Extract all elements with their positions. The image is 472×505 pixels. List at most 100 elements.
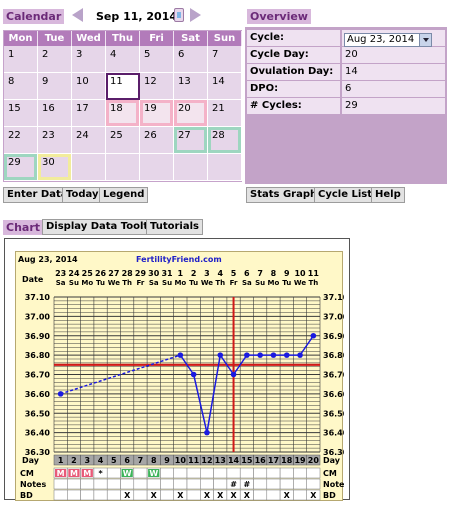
calendar-day-4[interactable]: 4 [106,46,140,73]
calendar-day-29[interactable]: 29 [4,154,38,181]
calendar-icon[interactable] [174,8,184,22]
calendar-day-19[interactable]: 19 [140,100,174,127]
calendar-day-16[interactable]: 16 [38,100,72,127]
tutorials-button[interactable]: Tutorials [146,219,203,235]
bd-mark: X [151,491,158,500]
y-tick-left: 37.10 [25,293,51,302]
calendar-day-3[interactable]: 3 [72,46,106,73]
calendar-day-11[interactable]: 11 [106,73,140,100]
calendar-label: Calendar [3,9,65,24]
calendar-day-8[interactable]: 8 [4,73,38,100]
calendar-day-9[interactable]: 9 [38,73,72,100]
calendar-day-22[interactable]: 22 [4,127,38,154]
weekday-label: Fr [137,279,145,287]
y-tick-right: 37.10 [323,293,344,302]
notes-mark: # [243,480,250,489]
display-data-tooltip-button[interactable]: Display Data Tooltip [42,219,163,235]
prev-month-arrow-icon[interactable] [72,8,83,22]
cm-cell [266,467,281,479]
notes-cell [93,478,108,490]
help-button[interactable]: Help [371,187,405,203]
calendar-empty-cell [208,154,242,181]
today-button[interactable]: Today [62,187,103,203]
notes-cell [146,478,161,490]
calendar-day-28[interactable]: 28 [208,127,242,154]
calendar-day-25[interactable]: 25 [106,127,140,154]
cm-cell [133,467,148,479]
bd-mark: X [230,491,237,500]
day-number: 1 [58,456,64,465]
overview-key: Cycle: [247,30,340,46]
calendar-date: Sep 11, 2014 [96,10,178,23]
y-tick-left: 37.00 [25,312,51,321]
notes-mark: # [230,480,237,489]
overview-value: 14 [342,64,445,80]
calendar-day-1[interactable]: 1 [4,46,38,73]
temp-point [257,352,263,358]
y-tick-right: 36.40 [323,429,344,438]
date-label: 9 [284,269,290,278]
calendar-day-14[interactable]: 14 [208,73,242,100]
chevron-down-icon[interactable] [419,34,431,46]
calendar-day-12[interactable]: 12 [140,73,174,100]
cycle-select[interactable]: Aug 23, 2014 [344,33,432,47]
bd-cell [266,489,281,501]
notes-cell [53,478,68,490]
next-month-arrow-icon[interactable] [190,8,201,22]
cm-cell [239,467,254,479]
calendar-day-17[interactable]: 17 [72,100,106,127]
notes-cell [186,478,201,490]
calendar-day-27[interactable]: 27 [174,127,208,154]
cm-cell [160,467,174,479]
calendar-day-6[interactable]: 6 [174,46,208,73]
day-number: 17 [268,456,279,465]
day-number: 11 [188,456,200,465]
overview-row: # Cycles: 29 [247,98,445,115]
calendar-day-18[interactable]: 18 [106,100,140,127]
date-label: 29 [135,269,147,278]
calendar-day-5[interactable]: 5 [140,46,174,73]
cm-cell [213,467,228,479]
weekday-label: Fr [230,279,238,287]
calendar-day-30[interactable]: 30 [38,154,72,181]
weekday-label: Mo [174,279,186,287]
calendar-day-7[interactable]: 7 [208,46,242,73]
day-number: 5 [111,456,117,465]
cycle-list-button[interactable]: Cycle List [314,187,377,203]
chart-tab[interactable]: Chart [3,220,44,235]
calendar-day-26[interactable]: 26 [140,127,174,154]
calendar-day-13[interactable]: 13 [174,73,208,100]
cm-mark: W [149,469,158,478]
calendar-day-21[interactable]: 21 [208,100,242,127]
overview-row: DPO: 6 [247,81,445,98]
bd-cell [67,489,81,501]
calendar-day-24[interactable]: 24 [72,127,106,154]
overview-key: Ovulation Day: [247,64,340,80]
day-number: 16 [255,456,267,465]
calendar-empty-cell [140,154,174,181]
cm-cell [186,467,201,479]
temp-point [57,391,64,397]
weekday-label: Th [122,279,132,287]
legend-button[interactable]: Legend [99,187,149,203]
bd-mark: X [177,491,184,500]
day-number: 9 [164,456,170,465]
weekday-label: Su [255,279,265,287]
notes-cell [279,478,294,490]
cm-mark: W [123,469,132,478]
cm-cell [293,467,307,479]
temp-point [230,371,237,378]
cm-mark: M [83,469,91,478]
overview-row: Cycle: Aug 23, 2014 [247,30,445,47]
calendar-day-23[interactable]: 23 [38,127,72,154]
bd-cell [106,489,121,501]
overview-row: Cycle Day: 20 [247,47,445,64]
calendar-day-15[interactable]: 15 [4,100,38,127]
calendar-day-20[interactable]: 20 [174,100,208,127]
calendar-day-2[interactable]: 2 [38,46,72,73]
y-tick-right: 36.60 [323,390,344,399]
temp-point [177,352,184,358]
calendar-day-10[interactable]: 10 [72,73,106,100]
cm-cell [306,467,321,479]
weekday-label: Mo [81,279,93,287]
